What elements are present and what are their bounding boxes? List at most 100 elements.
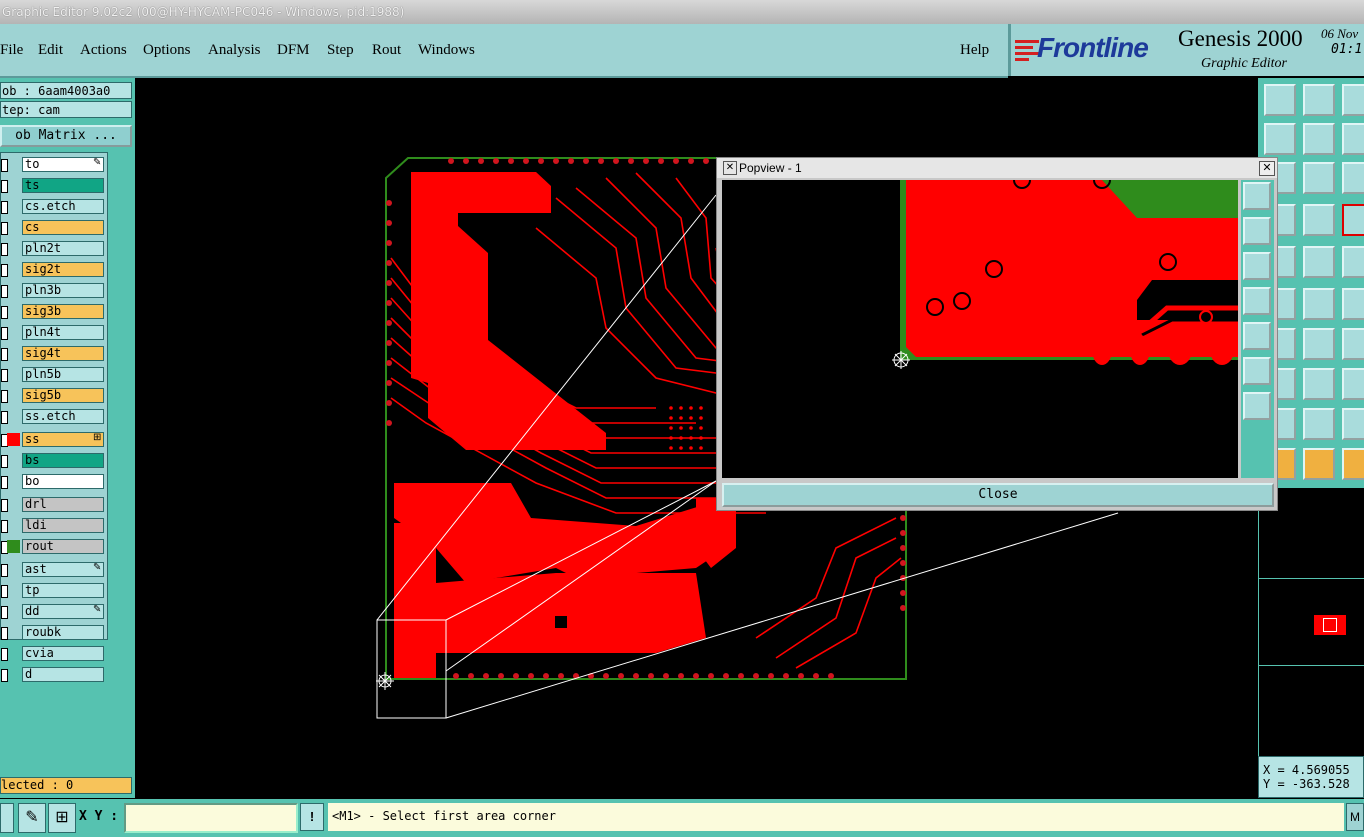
menu-help[interactable]: Help xyxy=(960,42,989,59)
layer-row-ldi[interactable]: ldi xyxy=(1,518,107,534)
tool-button-active[interactable] xyxy=(1342,204,1364,236)
tool-button[interactable] xyxy=(1342,328,1364,360)
layer-checkbox[interactable] xyxy=(1,264,8,277)
xy-input[interactable] xyxy=(124,803,298,833)
alert-icon[interactable]: ! xyxy=(300,803,324,831)
layer-checkbox[interactable] xyxy=(1,369,8,382)
tool-button[interactable] xyxy=(1303,328,1335,360)
layer-row-bo[interactable]: bo xyxy=(1,474,107,490)
tool-button[interactable] xyxy=(1342,162,1364,194)
tool-button[interactable] xyxy=(1342,408,1364,440)
tool-button[interactable] xyxy=(1303,162,1335,194)
layer-checkbox[interactable] xyxy=(1,201,8,214)
pan-left-icon[interactable] xyxy=(1243,287,1271,315)
close-icon[interactable]: ✕ xyxy=(1259,161,1275,176)
layer-checkbox[interactable] xyxy=(1,348,8,361)
layer-row-roubk[interactable]: roubk xyxy=(1,625,107,641)
zoom-out-icon[interactable] xyxy=(1243,392,1271,420)
menu-options[interactable]: Options xyxy=(143,42,191,59)
layer-checkbox[interactable] xyxy=(1,499,8,512)
layer-checkbox[interactable] xyxy=(1,243,8,256)
layer-row-sig3b[interactable]: sig3b xyxy=(1,304,107,320)
tool-button[interactable] xyxy=(1303,123,1335,155)
pan-right-icon[interactable] xyxy=(1243,322,1271,350)
pan-up-icon[interactable] xyxy=(1243,217,1271,245)
layer-row-drl[interactable]: drl xyxy=(1,497,107,513)
layer-checkbox[interactable] xyxy=(1,627,8,640)
layer-row-ss.etch[interactable]: ss.etch xyxy=(1,409,107,425)
menu-windows[interactable]: Windows xyxy=(418,42,475,59)
tool-button[interactable] xyxy=(1342,448,1364,480)
layer-checkbox[interactable] xyxy=(1,411,8,424)
layer-checkbox[interactable] xyxy=(1,159,8,172)
tool-button[interactable] xyxy=(1342,368,1364,400)
tool-button[interactable] xyxy=(1303,84,1335,116)
layer-checkbox[interactable] xyxy=(1,648,8,661)
layer-row-bs[interactable]: bs xyxy=(1,453,107,469)
layer-row-pln4t[interactable]: pln4t xyxy=(1,325,107,341)
pan-down-icon[interactable] xyxy=(1243,252,1271,280)
menu-rout[interactable]: Rout xyxy=(372,42,401,59)
layer-checkbox[interactable] xyxy=(1,455,8,468)
tool-button[interactable] xyxy=(1264,123,1296,155)
popview-titlebar[interactable]: ✕ Popview - 1 ✕ xyxy=(717,158,1277,178)
layer-checkbox[interactable] xyxy=(1,520,8,533)
layer-checkbox[interactable] xyxy=(1,327,8,340)
layer-row-pln3b[interactable]: pln3b xyxy=(1,283,107,299)
layer-row-pln2t[interactable]: pln2t xyxy=(1,241,107,257)
layer-checkbox[interactable] xyxy=(1,564,8,577)
layer-row-sig2t[interactable]: sig2t xyxy=(1,262,107,278)
tool-button[interactable] xyxy=(1342,123,1364,155)
layer-checkbox[interactable] xyxy=(1,180,8,193)
menu-dfm[interactable]: DFM xyxy=(277,42,310,59)
menu-step[interactable]: Step xyxy=(327,42,354,59)
tool-button[interactable] xyxy=(1303,204,1335,236)
layer-row-d[interactable]: d xyxy=(1,667,107,683)
layer-row-cs.etch[interactable]: cs.etch xyxy=(1,199,107,215)
zoom-fit-icon[interactable] xyxy=(1243,182,1271,210)
grid-icon[interactable]: ⊞ xyxy=(48,803,76,833)
tool-button[interactable] xyxy=(1303,368,1335,400)
layer-row-rout[interactable]: rout xyxy=(1,539,107,555)
layer-row-cs[interactable]: cs xyxy=(1,220,107,236)
pen-icon[interactable]: ✎ xyxy=(18,803,46,833)
layer-checkbox[interactable] xyxy=(1,606,8,619)
menu-edit[interactable]: Edit xyxy=(38,42,63,59)
job-matrix-button[interactable]: ob Matrix ... xyxy=(0,125,132,147)
select-tool-button[interactable] xyxy=(1303,448,1335,480)
overview-panel[interactable] xyxy=(1258,488,1364,756)
layer-row-dd[interactable]: dd ✎ xyxy=(1,604,107,620)
layer-checkbox[interactable] xyxy=(1,285,8,298)
layer-row-cvia[interactable]: cvia xyxy=(1,646,107,662)
tool-button[interactable] xyxy=(1303,288,1335,320)
layer-checkbox[interactable] xyxy=(1,390,8,403)
layer-checkbox[interactable] xyxy=(1,585,8,598)
layer-checkbox[interactable] xyxy=(1,476,8,489)
layer-row-ast[interactable]: ast ✎ xyxy=(1,562,107,578)
tool-button[interactable] xyxy=(1342,288,1364,320)
tool-button[interactable] xyxy=(1264,84,1296,116)
layer-row-sig4t[interactable]: sig4t xyxy=(1,346,107,362)
layer-row-sig5b[interactable]: sig5b xyxy=(1,388,107,404)
layer-checkbox[interactable] xyxy=(1,222,8,235)
popview-close-button[interactable]: Close xyxy=(722,483,1274,507)
menu-actions[interactable]: Actions xyxy=(80,42,127,59)
tool-button[interactable] xyxy=(1342,246,1364,278)
mode-button[interactable]: M xyxy=(1346,803,1364,831)
tool-button[interactable] xyxy=(1342,84,1364,116)
popview-canvas[interactable] xyxy=(722,171,1238,478)
menu-analysis[interactable]: Analysis xyxy=(208,42,261,59)
layer-row-ss[interactable]: ss ⊞ xyxy=(1,432,107,448)
layer-row-ts[interactable]: ts xyxy=(1,178,107,194)
menu-file[interactable]: File xyxy=(0,42,23,59)
window-menu-icon[interactable]: ✕ xyxy=(723,161,737,175)
zoom-in-icon[interactable] xyxy=(1243,357,1271,385)
tool-button[interactable] xyxy=(1303,408,1335,440)
status-button[interactable] xyxy=(0,803,14,833)
layer-row-tp[interactable]: tp xyxy=(1,583,107,599)
layer-row-to[interactable]: to ✎ xyxy=(1,157,107,173)
layer-row-pln5b[interactable]: pln5b xyxy=(1,367,107,383)
tool-button[interactable] xyxy=(1303,246,1335,278)
layer-checkbox[interactable] xyxy=(1,669,8,682)
layer-checkbox[interactable] xyxy=(1,306,8,319)
